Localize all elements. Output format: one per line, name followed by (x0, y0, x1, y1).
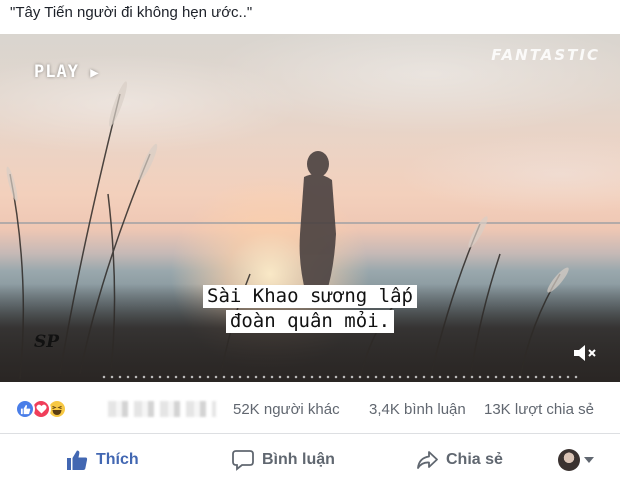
reed-plumes (6, 81, 569, 293)
share-arrow-icon (417, 451, 438, 469)
post-as-profile-selector[interactable] (558, 449, 594, 471)
mute-button[interactable] (568, 340, 602, 366)
video-player[interactable]: PLAY ▶ FANTASTIC SP Sài Khao sương lấp đ… (0, 34, 620, 382)
share-count[interactable]: 13K lượt chia sẻ (484, 401, 594, 418)
speaker-muted-icon (574, 345, 596, 361)
thumbs-up-icon (67, 450, 88, 470)
play-triangle-icon: ▶ (90, 65, 100, 81)
subtitle-line: đoàn quân mỏi. (225, 310, 395, 333)
video-progress-dots (100, 374, 580, 380)
blurred-reactor-names (108, 401, 216, 417)
reaction-icons[interactable] (15, 399, 85, 419)
channel-logo: SP (34, 332, 60, 352)
video-subtitle: Sài Khao sương lấp đoàn quân mỏi. (0, 284, 620, 334)
comment-button[interactable]: Bình luận (232, 448, 335, 472)
like-reaction-icon (15, 399, 35, 419)
share-button-label: Chia sẻ (446, 451, 503, 468)
person-silhouette (299, 151, 336, 294)
like-button[interactable]: Thích (66, 448, 139, 472)
avatar (558, 449, 580, 471)
caret-down-icon (584, 457, 594, 463)
subtitle-line: Sài Khao sương lấp (203, 285, 417, 308)
brand-watermark: FANTASTIC (491, 46, 600, 64)
post-caption: "Tây Tiến người đi không hẹn ước.." (10, 4, 253, 21)
post-actions-bar: Thích Bình luận Chia sẻ (0, 435, 620, 483)
comment-bubble-icon (232, 450, 254, 471)
reaction-count[interactable]: 52K người khác (233, 401, 340, 418)
comment-count[interactable]: 3,4K bình luận (369, 401, 466, 418)
play-overlay-label: PLAY ▶ (34, 62, 100, 82)
comment-button-label: Bình luận (262, 451, 335, 468)
like-button-label: Thích (96, 451, 139, 468)
play-label-text: PLAY (34, 62, 79, 82)
reactions-summary-bar: 52K người khác 3,4K bình luận 13K lượt c… (0, 382, 620, 434)
share-button[interactable]: Chia sẻ (416, 448, 503, 472)
